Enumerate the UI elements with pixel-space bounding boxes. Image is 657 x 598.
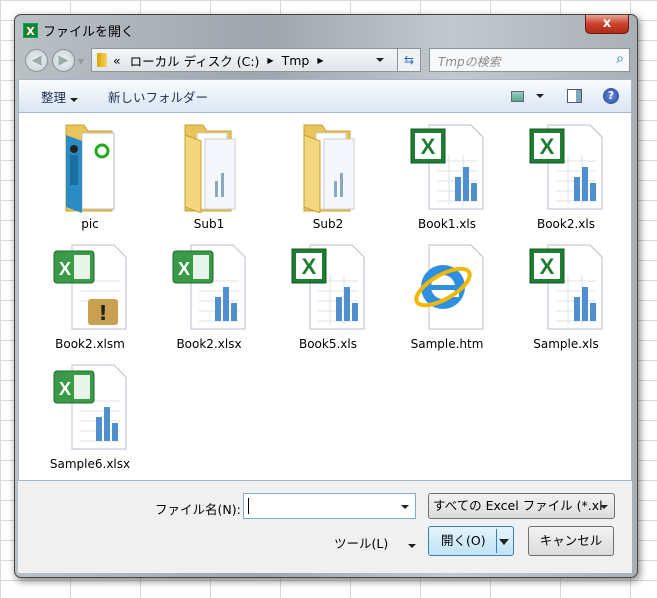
file-name: Book2.xls — [536, 217, 595, 231]
search-input[interactable]: Tmpの検索 ⌕ — [429, 48, 630, 72]
file-item[interactable]: Sub1 — [154, 121, 264, 231]
filename-input[interactable] — [243, 493, 416, 519]
forward-button[interactable]: ▶ — [52, 49, 75, 72]
svg-text:X: X — [540, 254, 555, 279]
file-item[interactable]: X Book5.xls — [273, 241, 383, 351]
open-label: 開く(O) — [441, 533, 486, 548]
file-name: Sample.xls — [533, 337, 599, 351]
file-name: Sample6.xlsx — [49, 457, 131, 471]
view-dropdown-icon[interactable] — [536, 94, 544, 98]
back-button[interactable]: ◀ — [25, 49, 48, 72]
folder-icon — [154, 121, 264, 213]
preview-pane-icon[interactable] — [567, 89, 582, 103]
file-item[interactable]: X Sample.xls — [511, 241, 621, 351]
folder-icon — [35, 121, 145, 213]
file-item[interactable]: Sub2 — [273, 121, 383, 231]
address-bar[interactable]: « ローカル ディスク (C:) ▶ Tmp ▶ — [91, 48, 411, 72]
folder-icon — [97, 53, 107, 67]
svg-text:X: X — [59, 379, 71, 399]
help-icon[interactable]: ? — [603, 88, 619, 104]
svg-text:X: X — [178, 259, 190, 279]
open-dropdown-icon[interactable] — [499, 539, 509, 545]
file-item[interactable]: X! Book2.xlsm — [35, 241, 145, 351]
organize-label: 整理 — [41, 89, 67, 105]
dialog-title: ファイルを開く — [43, 25, 135, 40]
open-button[interactable]: 開く(O) — [428, 526, 514, 556]
chevron-down-icon — [600, 505, 608, 509]
file-item[interactable]: X Book2.xlsx — [154, 241, 264, 351]
split-divider — [496, 529, 497, 553]
excel-file-icon: X! — [35, 241, 145, 333]
file-name: pic — [81, 217, 99, 231]
filename-dropdown-icon[interactable] — [401, 505, 409, 509]
breadcrumb-overflow[interactable]: « — [113, 53, 121, 68]
file-name: Book5.xls — [298, 337, 357, 351]
address-dropdown-icon[interactable] — [376, 58, 384, 62]
file-item[interactable]: X Sample6.xlsx — [35, 361, 145, 471]
excel-file-icon: X — [511, 121, 621, 213]
filetype-value: すべての Excel ファイル (*.xl — [433, 498, 603, 513]
breadcrumb-local-disk[interactable]: ローカル ディスク (C:) — [130, 51, 260, 70]
cancel-button[interactable]: キャンセル — [528, 526, 614, 556]
new-folder-button[interactable]: 新しいフォルダー — [108, 87, 208, 106]
svg-text:!: ! — [98, 301, 107, 325]
organize-button[interactable]: 整理 — [41, 87, 78, 106]
excel-file-icon: X — [392, 121, 502, 213]
file-item[interactable]: X Book2.xls — [511, 121, 621, 231]
breadcrumb-separator-icon[interactable]: ▶ — [267, 56, 273, 65]
file-name: Book2.xlsm — [55, 337, 125, 351]
tools-label: ツール(L) — [334, 536, 389, 551]
folder-icon — [273, 121, 383, 213]
svg-text:X: X — [302, 254, 317, 279]
svg-text:X: X — [540, 134, 555, 159]
html-file-icon — [392, 241, 502, 333]
file-name: Sub2 — [312, 217, 344, 231]
excel-file-icon: X — [273, 241, 383, 333]
search-icon[interactable]: ⌕ — [616, 51, 624, 67]
excel-file-icon: X — [35, 361, 145, 453]
open-file-dialog: X ファイルを開く x ◀ ▶ ▼ « ローカル ディスク (C:) ▶ Tmp… — [14, 14, 638, 578]
file-item[interactable]: Sample.htm — [392, 241, 502, 351]
breadcrumb-tmp[interactable]: Tmp — [282, 53, 310, 68]
close-button[interactable]: x — [585, 15, 629, 34]
search-placeholder: Tmpの検索 — [438, 55, 501, 69]
chevron-down-icon — [408, 544, 417, 548]
filetype-select[interactable]: すべての Excel ファイル (*.xl — [428, 493, 615, 519]
text-cursor — [248, 498, 249, 514]
recent-locations-dropdown[interactable]: ▼ — [78, 57, 84, 66]
file-item[interactable]: pic — [35, 121, 145, 231]
tools-button[interactable]: ツール(L) — [334, 533, 417, 552]
file-name: Sub1 — [193, 217, 225, 231]
title-bar: X ファイルを開く — [23, 21, 134, 40]
toolbar: 整理 新しいフォルダー ? — [18, 79, 632, 113]
file-name: Book2.xlsx — [176, 337, 242, 351]
refresh-button[interactable]: ⇆ — [397, 48, 421, 72]
svg-text:X: X — [421, 134, 436, 159]
excel-icon: X — [23, 23, 38, 38]
view-icon[interactable] — [511, 90, 524, 102]
file-item[interactable]: X Book1.xls — [392, 121, 502, 231]
file-name: Sample.htm — [410, 337, 484, 351]
excel-file-icon: X — [154, 241, 264, 333]
excel-file-icon: X — [511, 241, 621, 333]
file-name: Book1.xls — [417, 217, 476, 231]
bottom-panel: ファイル名(N): すべての Excel ファイル (*.xl ツール(L) 開… — [18, 481, 632, 573]
breadcrumb-separator-icon[interactable]: ▶ — [317, 56, 323, 65]
chevron-down-icon — [70, 97, 78, 102]
filename-label: ファイル名(N): — [155, 502, 241, 517]
file-list: pic Sub1 Sub2 X Book1.xls X Book2.xls X! Book2.x… — [18, 113, 632, 481]
svg-text:X: X — [59, 259, 71, 279]
